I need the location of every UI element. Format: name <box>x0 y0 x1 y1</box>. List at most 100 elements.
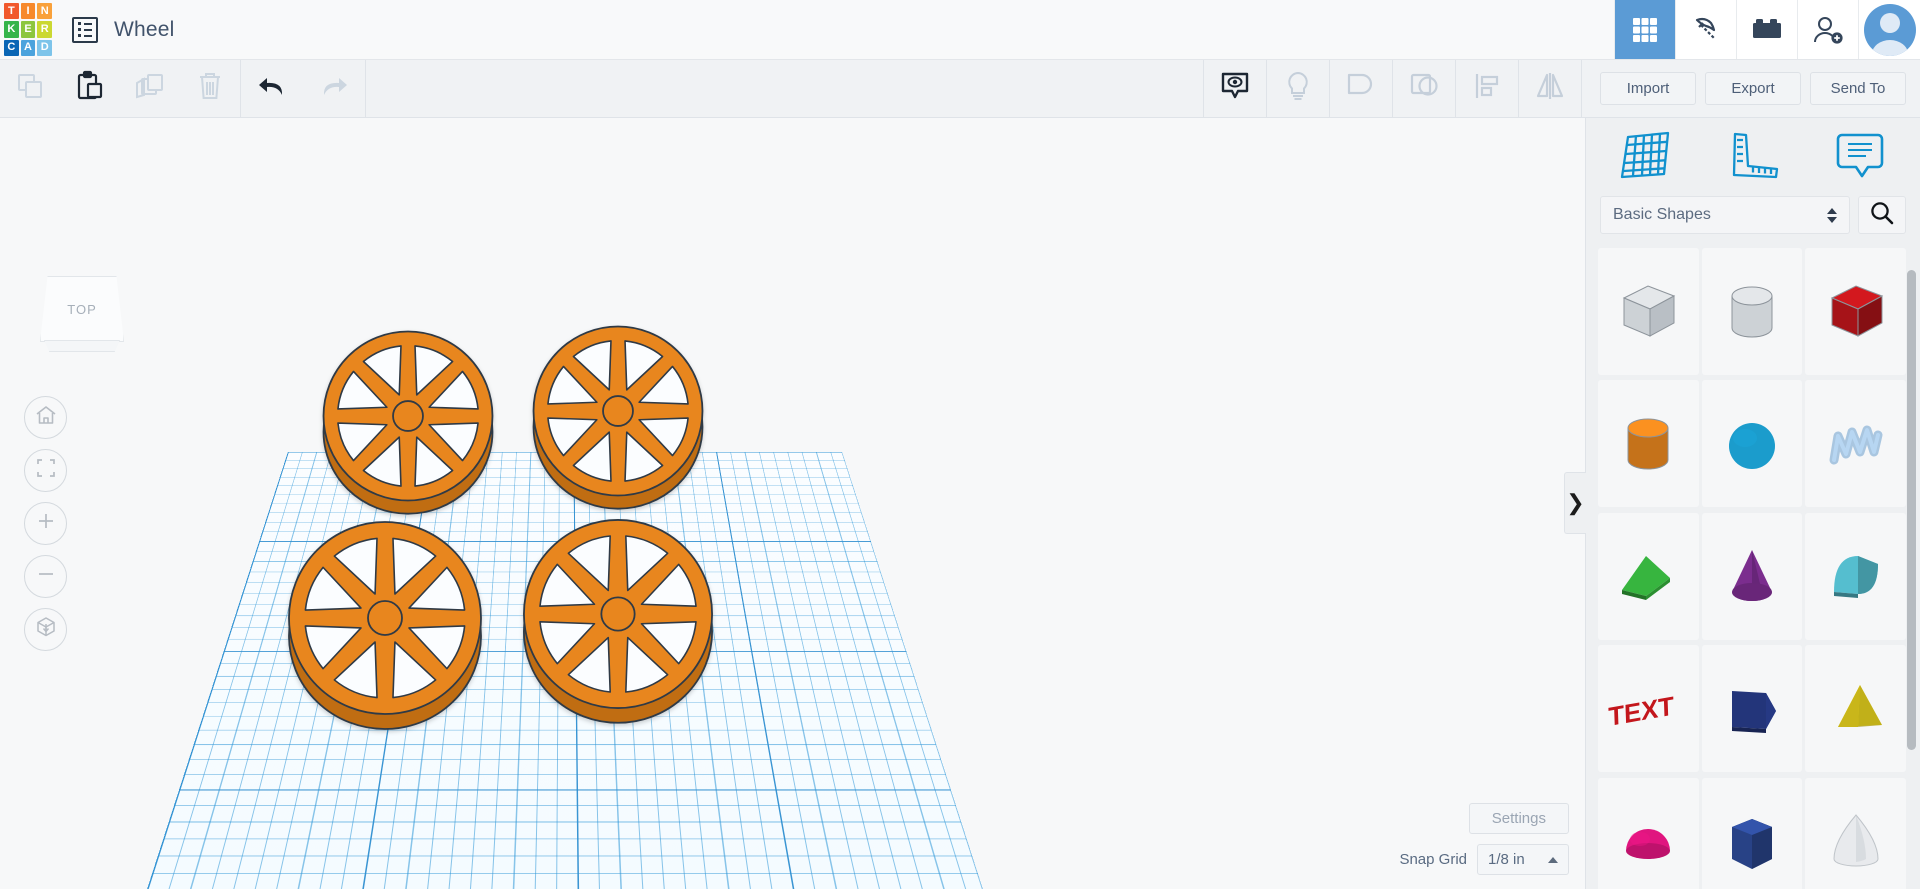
clipboard-paste-icon <box>75 70 105 107</box>
shape-paraboloid[interactable] <box>1805 777 1906 889</box>
shape-sphere[interactable] <box>1701 380 1803 508</box>
shape-category-value: Basic Shapes <box>1613 206 1711 223</box>
header-left-group: Wheel <box>56 0 175 59</box>
settings-button[interactable]: Settings <box>1468 803 1569 834</box>
zoom-out-button[interactable] <box>24 555 67 598</box>
user-avatar-button[interactable] <box>1858 0 1920 59</box>
list-menu-icon[interactable] <box>72 16 98 43</box>
snap-grid-select[interactable]: 1/8 in <box>1477 844 1569 875</box>
designs-grid-button[interactable] <box>1614 0 1675 59</box>
undo-button[interactable] <box>241 60 303 118</box>
group-button[interactable] <box>1330 60 1392 118</box>
ungroup-button[interactable] <box>1393 60 1455 118</box>
tinkercad-logo[interactable]: TIN KER CAD <box>0 0 56 58</box>
shape-polygon-wedge[interactable] <box>1701 645 1803 773</box>
shape-round-roof[interactable] <box>1805 512 1906 640</box>
export-button[interactable]: Export <box>1705 72 1801 105</box>
pyramid-icon <box>1814 667 1898 751</box>
panel-tabs <box>1586 118 1920 196</box>
shape-library-grid: TEXT <box>1586 248 1920 889</box>
eye-bubble-icon <box>1219 70 1251 107</box>
view-cube-top-face[interactable]: TOP <box>40 276 124 342</box>
snap-grid-label: Snap Grid <box>1399 851 1467 868</box>
group-shapes-icon <box>1345 71 1377 106</box>
half-sphere-icon <box>1606 799 1690 883</box>
undo-arrow-icon <box>255 72 289 105</box>
shape-text[interactable]: TEXT <box>1598 645 1699 773</box>
redo-button[interactable] <box>303 60 365 118</box>
page-title[interactable]: Wheel <box>114 18 175 42</box>
shape-scribble[interactable] <box>1805 380 1906 508</box>
import-button[interactable]: Import <box>1600 72 1696 105</box>
mirror-button[interactable] <box>1519 60 1581 118</box>
shape-hexagon-prism[interactable] <box>1701 777 1803 889</box>
collapse-panel-button[interactable]: ❯ <box>1564 472 1586 534</box>
view-cube-front-face[interactable] <box>44 340 120 352</box>
home-view-button[interactable] <box>24 396 67 439</box>
hexagon-prism-icon <box>1710 799 1794 883</box>
blocks-brick-button[interactable] <box>1736 0 1797 59</box>
logo-tile-d: D <box>37 39 52 56</box>
duplicate-button[interactable] <box>120 60 180 118</box>
shape-half-sphere[interactable] <box>1598 777 1699 889</box>
wheel-top-right[interactable] <box>530 323 706 517</box>
avatar <box>1863 3 1916 56</box>
ruler-tab[interactable] <box>1699 118 1806 196</box>
shape-box[interactable] <box>1805 248 1906 375</box>
shape-category-select[interactable]: Basic Shapes <box>1600 196 1850 234</box>
shapes-panel: ❯ Basic Shapes TEXT <box>1564 118 1920 889</box>
3d-canvas[interactable]: TOP Settings Snap Grid 1/8 in <box>0 118 1585 889</box>
workplane-tab[interactable] <box>1592 118 1699 196</box>
projection-toggle-button[interactable] <box>24 608 67 651</box>
note-tab[interactable] <box>1807 118 1914 196</box>
tinkercad-app: TINKERCAD Wheel Import Export Send To TO… <box>0 0 1920 889</box>
ungroup-shapes-icon <box>1408 71 1440 106</box>
logo-tile-e: E <box>20 21 36 38</box>
shape-cylinder[interactable] <box>1598 380 1699 508</box>
cylinder-icon <box>1606 402 1690 486</box>
cube-projection-icon <box>35 616 57 643</box>
pickaxe-icon <box>1690 14 1722 46</box>
paste-button[interactable] <box>60 60 120 118</box>
shape-panel-scrollbar[interactable] <box>1907 270 1916 750</box>
shape-hole-box[interactable] <box>1598 248 1699 375</box>
roof-wedge-icon <box>1606 534 1690 618</box>
cylinder-hole-icon <box>1710 270 1794 354</box>
clipboard-tools <box>0 60 240 118</box>
shape-pyramid[interactable] <box>1805 645 1906 773</box>
wheel-bottom-left[interactable] <box>285 518 485 738</box>
shape-hole-cylinder[interactable] <box>1701 248 1803 375</box>
mirror-flip-icon <box>1534 71 1566 106</box>
shape-cone[interactable] <box>1701 512 1803 640</box>
lego-brick-icon <box>1751 17 1783 43</box>
delete-button[interactable] <box>180 60 240 118</box>
align-button[interactable] <box>1456 60 1518 118</box>
light-button[interactable] <box>1267 60 1329 118</box>
show-hide-button[interactable] <box>1204 60 1266 118</box>
logo-tile-n: N <box>37 3 52 20</box>
shape-search-button[interactable] <box>1858 196 1906 234</box>
sphere-icon <box>1710 402 1794 486</box>
copy-button[interactable] <box>0 60 60 118</box>
view-nav-controls <box>24 396 67 651</box>
caret-up-icon <box>1548 856 1558 863</box>
zoom-in-button[interactable] <box>24 502 67 545</box>
shape-roof[interactable] <box>1598 512 1699 640</box>
invite-user-button[interactable] <box>1797 0 1858 59</box>
view-cube[interactable]: TOP <box>36 268 128 352</box>
wheel-top-left[interactable] <box>320 328 496 522</box>
learn-pickaxe-button[interactable] <box>1675 0 1736 59</box>
box-icon <box>1814 270 1898 354</box>
ruler-icon <box>1725 129 1781 186</box>
fit-view-button[interactable] <box>24 449 67 492</box>
chevron-updown-icon <box>1827 207 1837 223</box>
send-to-button[interactable]: Send To <box>1810 72 1906 105</box>
io-actions: Import Export Send To <box>1582 72 1920 105</box>
wheel-bottom-right[interactable] <box>520 516 716 732</box>
paraboloid-icon <box>1814 799 1898 883</box>
canvas-bottom-controls: Settings Snap Grid 1/8 in <box>1399 803 1569 875</box>
trash-icon <box>196 70 224 107</box>
plus-icon <box>36 511 56 536</box>
home-icon <box>35 404 57 431</box>
cone-icon <box>1710 534 1794 618</box>
